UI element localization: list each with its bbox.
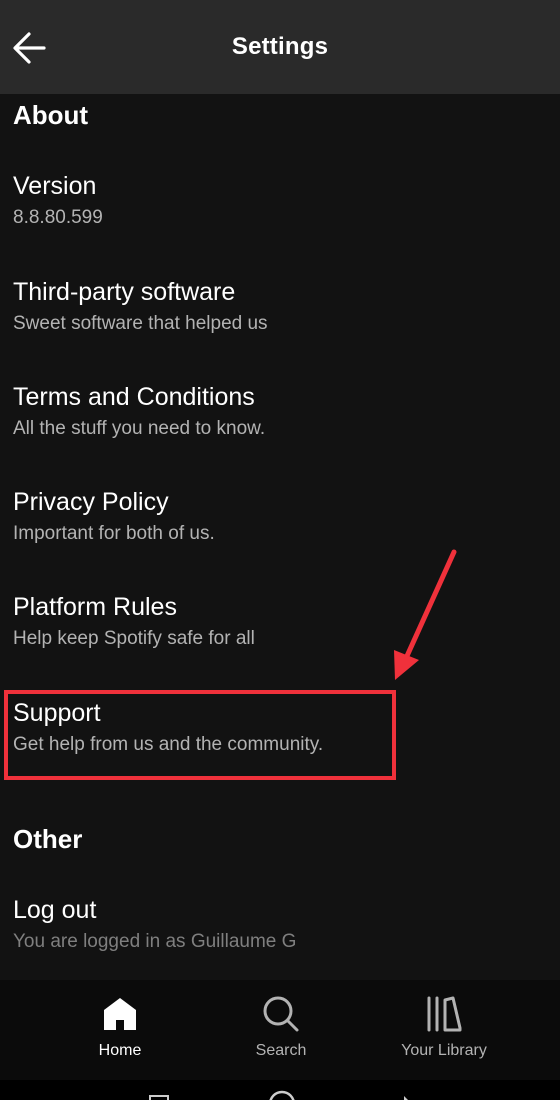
nav-tab-label: Search <box>255 1042 307 1059</box>
section-heading-about: About <box>13 100 89 130</box>
settings-item-third-party-software[interactable]: Third-party software Sweet software that… <box>0 278 560 368</box>
settings-item-subtitle: Sweet software that helped us <box>13 313 268 334</box>
settings-item-title: Support <box>13 699 101 727</box>
nav-tab-home[interactable]: Home <box>40 988 200 1068</box>
settings-item-platform-rules[interactable]: Platform Rules Help keep Spotify safe fo… <box>0 593 560 683</box>
settings-item-title: Privacy Policy <box>13 488 169 516</box>
settings-item-title: Version <box>13 172 97 200</box>
bottom-navigation: Home Search Your Library <box>0 980 560 1080</box>
back-triangle-icon[interactable] <box>404 1096 414 1100</box>
settings-item-terms-and-conditions[interactable]: Terms and Conditions All the stuff you n… <box>0 383 560 473</box>
search-icon <box>263 996 299 1032</box>
settings-item-title: Terms and Conditions <box>13 383 255 411</box>
settings-item-privacy-policy[interactable]: Privacy Policy Important for both of us. <box>0 488 560 578</box>
nav-tab-your-library[interactable]: Your Library <box>364 988 524 1068</box>
settings-item-subtitle: Help keep Spotify safe for all <box>13 628 255 649</box>
recents-icon[interactable] <box>149 1095 169 1100</box>
settings-item-subtitle: 8.8.80.599 <box>13 207 103 228</box>
home-circle-icon[interactable] <box>269 1090 295 1100</box>
settings-item-subtitle: Get help from us and the community. <box>13 734 324 755</box>
settings-item-version[interactable]: Version 8.8.80.599 <box>0 172 560 262</box>
settings-item-title: Log out <box>13 896 97 924</box>
page-title: Settings <box>231 33 329 60</box>
nav-tab-label: Home <box>98 1042 142 1059</box>
settings-list[interactable]: About Version 8.8.80.599 Third-party sof… <box>0 94 560 980</box>
settings-item-subtitle: All the stuff you need to know. <box>13 418 266 439</box>
library-icon <box>427 996 462 1032</box>
settings-item-subtitle: Important for both of us. <box>13 523 215 544</box>
nav-tab-search[interactable]: Search <box>201 988 361 1068</box>
home-icon <box>104 998 136 1030</box>
settings-item-subtitle: You are logged in as Guillaume G <box>13 931 297 952</box>
settings-item-title: Platform Rules <box>13 593 177 621</box>
nav-tab-label: Your Library <box>401 1042 487 1059</box>
settings-item-log-out[interactable]: Log out You are logged in as Guillaume G <box>0 896 560 980</box>
settings-item-support[interactable]: Support Get help from us and the communi… <box>0 699 560 789</box>
system-navigation-bar <box>0 1080 560 1100</box>
section-heading-other: Other <box>13 824 83 854</box>
settings-item-title: Third-party software <box>13 278 236 306</box>
top-app-bar: Settings <box>0 0 560 94</box>
